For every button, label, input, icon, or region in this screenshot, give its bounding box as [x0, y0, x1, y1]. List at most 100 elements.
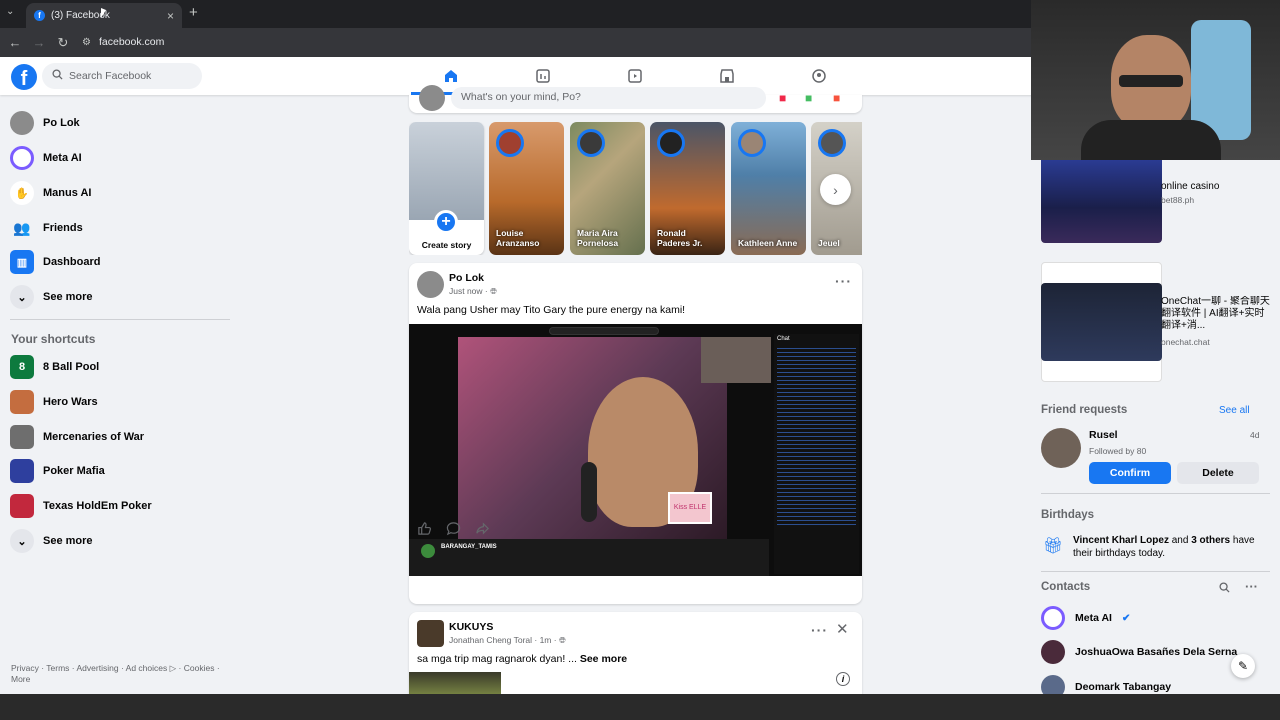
story-card[interactable]: Kathleen Anne — [731, 122, 806, 255]
hide-post-close-icon[interactable]: ✕ — [836, 620, 849, 638]
delete-button[interactable]: Delete — [1177, 462, 1259, 484]
post-options-icon[interactable]: ··· — [835, 273, 852, 289]
post-author-name[interactable]: Po Lok — [449, 272, 484, 284]
contact-avatar — [1041, 640, 1065, 664]
microphone-shape — [581, 462, 597, 522]
comment-icon[interactable] — [446, 521, 461, 539]
reload-icon[interactable]: ↻ — [51, 35, 75, 51]
new-message-button[interactable]: ✎ — [1231, 654, 1255, 678]
close-tab-icon[interactable]: × — [167, 9, 174, 23]
shortcut-label: 8 Ball Pool — [43, 361, 100, 373]
more-link[interactable]: More — [11, 674, 30, 684]
friend-request-name[interactable]: Rusel — [1089, 429, 1118, 441]
left-sidebar: Po Lok Meta AI ✋ Manus AI 👥 Friends ▥ Da… — [0, 95, 240, 695]
sidebar-item-meta-ai[interactable]: Meta AI — [10, 146, 82, 170]
tab-search-icon[interactable]: ⌄ — [6, 6, 14, 17]
see-more-link[interactable]: See more — [580, 653, 627, 665]
advertising-link[interactable]: Advertising — [77, 663, 119, 673]
8-ball-pool-icon: 8 — [10, 355, 34, 379]
cookies-link[interactable]: Cookies — [184, 663, 215, 673]
search-input[interactable]: Search Facebook — [42, 63, 202, 89]
live-video-icon[interactable]: ■ — [779, 91, 786, 105]
sidebar-item-label: Po Lok — [43, 117, 80, 129]
info-icon[interactable]: i — [836, 672, 850, 686]
texas-holdem-poker-icon — [10, 494, 34, 518]
birthday-others[interactable]: 3 others — [1191, 535, 1230, 546]
sponsored-ad-image[interactable] — [1041, 155, 1162, 243]
post-timestamp[interactable]: Jonathan Cheng Toral · 1m · — [449, 635, 557, 645]
facebook-logo[interactable]: f — [11, 64, 37, 90]
streamer-webcam — [701, 337, 771, 383]
chat-title: Chat — [777, 336, 790, 342]
story-card[interactable]: Ronald Paderes Jr. — [650, 122, 725, 255]
composer-avatar — [419, 85, 445, 111]
ad-title[interactable]: OneChat一聊 - 聚合聊天翻译软件 | AI翻译+实时翻译+消... — [1161, 296, 1273, 332]
sidebar-item-dashboard[interactable]: ▥ Dashboard — [10, 250, 100, 274]
post-author-avatar[interactable] — [417, 271, 444, 298]
taskbar — [0, 694, 1280, 720]
create-story-label: Create story — [421, 240, 472, 250]
dashboard-icon: ▥ — [10, 250, 34, 274]
sponsored-ad-image[interactable] — [1041, 283, 1162, 361]
sidebar-item-friends[interactable]: 👥 Friends — [10, 216, 83, 240]
post-author-avatar[interactable] — [417, 620, 444, 647]
birthday-name[interactable]: Vincent Kharl Lopez — [1073, 535, 1169, 546]
home-icon[interactable] — [439, 65, 463, 87]
sunglasses-shape — [1119, 75, 1183, 87]
stories-next-button[interactable]: › — [820, 174, 851, 205]
story-name: Kathleen Anne — [738, 238, 798, 248]
sidebar-item-manus-ai[interactable]: ✋ Manus AI — [10, 181, 92, 205]
post-timestamp[interactable]: Just now · — [449, 286, 488, 296]
shortcut-texas-holdem-poker[interactable]: Texas HoldEm Poker — [10, 494, 152, 518]
share-icon[interactable] — [475, 521, 490, 539]
shortcut-poker-mafia[interactable]: Poker Mafia — [10, 459, 105, 483]
search-contacts-icon[interactable] — [1219, 582, 1230, 596]
confirm-button[interactable]: Confirm — [1089, 462, 1171, 484]
contacts-options-icon[interactable]: ··· — [1245, 579, 1258, 594]
webcam-overlay — [1031, 0, 1280, 160]
ad-choices-link[interactable]: Ad choices — [126, 663, 168, 673]
video-icon[interactable] — [623, 65, 647, 87]
shortcuts-see-more[interactable]: ⌄ See more — [10, 529, 93, 553]
friend-request-avatar[interactable] — [1041, 428, 1081, 468]
composer-input[interactable]: What's on your mind, Po? — [451, 87, 766, 109]
see-all-link[interactable]: See all — [1219, 405, 1250, 416]
url-text: facebook.com — [98, 36, 165, 48]
story-name: Maria Aira Pornelosa — [577, 228, 619, 248]
gaming-icon[interactable] — [807, 65, 831, 87]
post-meta: Just now · 🌐︎ — [449, 286, 497, 297]
stories-tray: + Create story Louise Aranzanso Maria Ai… — [409, 122, 862, 255]
story-card[interactable]: Maria Aira Pornelosa — [570, 122, 645, 255]
shortcut-mercenaries-of-war[interactable]: Mercenaries of War — [10, 425, 144, 449]
post-text: sa mga trip mag ragnarok dyan! ... See m… — [417, 653, 627, 665]
post-author-name[interactable]: KUKUYS — [449, 621, 493, 633]
meta-ai-icon — [10, 146, 34, 170]
story-card[interactable]: Louise Aranzanso — [489, 122, 564, 255]
site-info-icon[interactable]: ⚙ — [82, 37, 91, 48]
create-story-card[interactable]: + Create story — [409, 122, 484, 255]
photo-icon[interactable]: ■ — [805, 91, 812, 105]
post-composer[interactable]: What's on your mind, Po? ■ ■ ■ — [409, 85, 862, 113]
address-bar[interactable]: ⚙ facebook.com — [82, 32, 1032, 52]
back-icon[interactable]: ← — [3, 35, 27, 50]
shortcut-8-ball-pool[interactable]: 8 8 Ball Pool — [10, 355, 99, 379]
marketplace-icon[interactable] — [715, 65, 739, 87]
sidebar-item-profile[interactable]: Po Lok — [10, 111, 80, 135]
sidebar-see-more[interactable]: ⌄ See more — [10, 285, 93, 309]
sidebar-item-label: Meta AI — [43, 152, 82, 164]
contact-item[interactable]: Meta AI ✔ — [1041, 606, 1130, 630]
reel-icon[interactable]: ■ — [833, 91, 840, 105]
like-icon[interactable] — [417, 521, 432, 539]
forward-icon[interactable]: → — [27, 35, 51, 50]
feeds-icon[interactable] — [531, 65, 555, 87]
post-options-icon[interactable]: ··· — [811, 622, 828, 638]
friend-requests-title: Friend requests — [1041, 404, 1128, 416]
contact-item[interactable]: JoshuaOwa Basañes Dela Serna — [1041, 640, 1237, 664]
post-meta: Jonathan Cheng Toral · 1m · 🌐︎ — [449, 635, 566, 646]
shortcut-hero-wars[interactable]: Hero Wars — [10, 390, 98, 414]
privacy-link[interactable]: Privacy — [11, 663, 39, 673]
terms-link[interactable]: Terms — [46, 663, 69, 673]
contact-name: Deomark Tabangay — [1075, 681, 1172, 693]
new-tab-icon[interactable]: + — [189, 4, 198, 21]
ad-title[interactable]: online casino — [1161, 181, 1219, 193]
